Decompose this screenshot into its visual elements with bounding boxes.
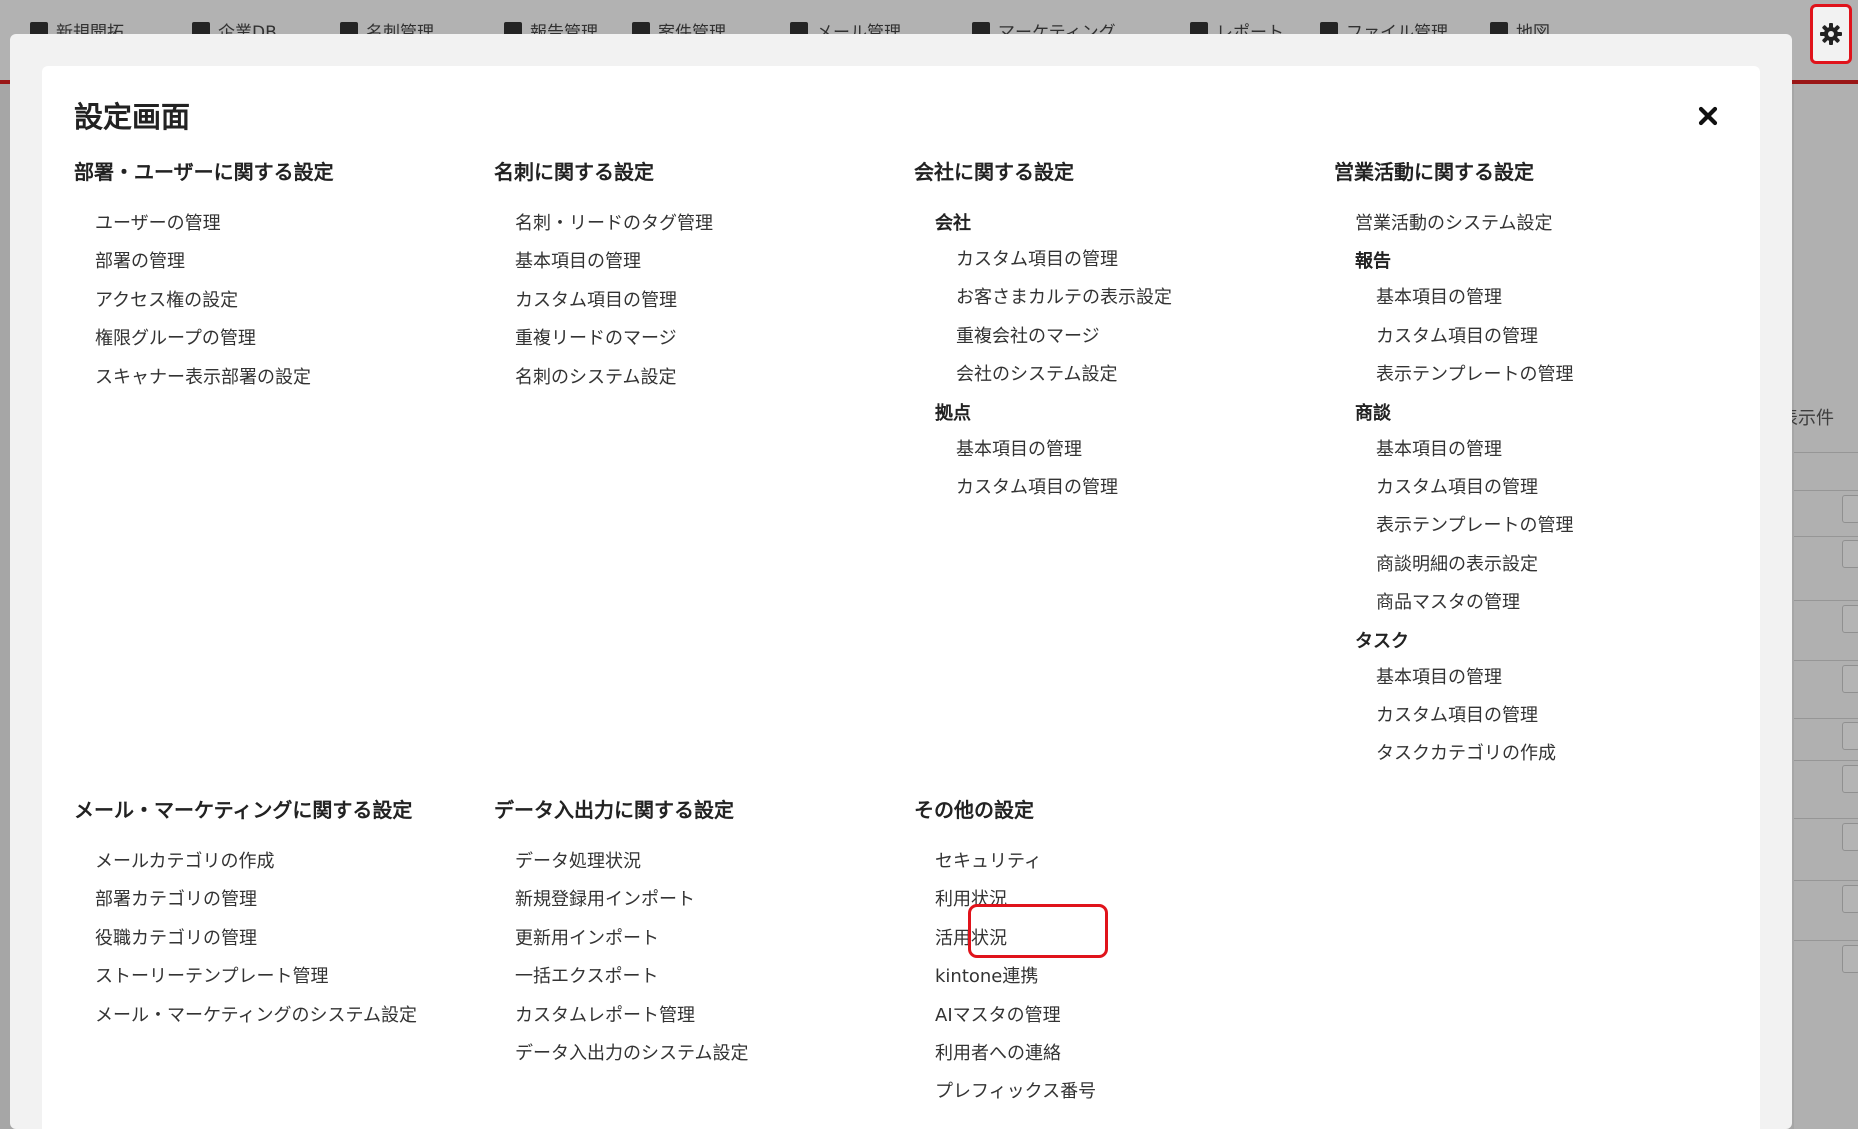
settings-link[interactable]: セキュリティ [914, 848, 1096, 886]
group-heading: タスク [1355, 630, 1409, 652]
settings-link[interactable]: 商談明細の表示設定 [1334, 551, 1573, 589]
settings-link[interactable]: AIマスタの管理 [914, 1002, 1096, 1040]
settings-link[interactable]: 役職カテゴリの管理 [74, 925, 417, 963]
section-business-card: 名刺に関する設定名刺・リードのタグ管理 基本項目の管理 カスタム項目の管理 重複リード… [494, 158, 713, 402]
section-sales-activity: 営業活動に関する設定営業活動のシステム設定報告基本項目の管理 カスタム項目の管理表… [1334, 158, 1573, 779]
settings-link[interactable]: 基本項目の管理 [1334, 436, 1573, 474]
settings-link[interactable]: 表示テンプレートの管理 [1334, 361, 1573, 399]
section-items: メールカテゴリの作成 部署カテゴリの管理 役職カテゴリの管理 ストーリーテンプレート管… [74, 848, 417, 1040]
settings-link[interactable]: カスタム項目の管理 [494, 287, 713, 325]
settings-link[interactable]: 一括エクスポート [494, 963, 748, 1001]
settings-button[interactable] [1810, 4, 1852, 64]
settings-link[interactable]: 会社のシステム設定 [914, 361, 1172, 399]
section-title: 部署・ユーザーに関する設定 [74, 160, 334, 184]
settings-link[interactable]: スキャナー表示部署の設定 [74, 364, 334, 402]
section-mail-marketing: メール・マーケティングに関する設定メールカテゴリの作成 部署カテゴリの管理 役職カテ… [74, 796, 417, 1040]
section-items: 会社カスタム項目の管理 お客さまカルテの表示設定 重複会社のマージ 会社のシステム設定… [914, 210, 1172, 512]
settings-link[interactable]: 基本項目の管理 [1334, 284, 1573, 322]
settings-link[interactable]: カスタム項目の管理 [914, 474, 1172, 512]
settings-link[interactable]: カスタム項目の管理 [914, 246, 1172, 284]
settings-link[interactable]: 権限グループの管理 [74, 325, 334, 363]
settings-link[interactable]: 名刺・リードのタグ管理 [494, 210, 713, 248]
settings-link[interactable]: 利用者への連絡 [914, 1040, 1096, 1078]
settings-link[interactable]: 更新用インポート [494, 925, 748, 963]
section-department-user: 部署・ユーザーに関する設定ユーザーの管理 部署の管理 アクセス権の設定 権限グループの… [74, 158, 334, 402]
group-heading: 拠点 [935, 402, 971, 424]
settings-link[interactable]: カスタムレポート管理 [494, 1002, 748, 1040]
section-title: 会社に関する設定 [914, 160, 1074, 184]
section-title: 営業活動に関する設定 [1334, 160, 1534, 184]
settings-link[interactable]: 重複リードのマージ [494, 325, 713, 363]
section-title: 名刺に関する設定 [494, 160, 654, 184]
settings-link[interactable]: お客さまカルテの表示設定 [914, 284, 1172, 322]
settings-modal: 設定画面 部署・ユーザーに関する設定ユーザーの管理 部署の管理 アクセス権の設定 権限… [42, 66, 1760, 1129]
settings-link[interactable]: 表示テンプレートの管理 [1334, 512, 1573, 550]
settings-link[interactable]: 部署カテゴリの管理 [74, 886, 417, 924]
settings-link[interactable]: カスタム項目の管理 [1334, 702, 1573, 740]
settings-link[interactable]: 利用状況 [914, 886, 1096, 924]
settings-link[interactable]: 名刺のシステム設定 [494, 364, 713, 402]
close-button[interactable] [1694, 102, 1722, 130]
section-other: その他の設定セキュリティ 利用状況 活用状況 kintone連携 AIマスタの管理 利用者… [914, 796, 1096, 1117]
settings-link[interactable]: ユーザーの管理 [74, 210, 334, 248]
settings-link[interactable]: 重複会社のマージ [914, 323, 1172, 361]
settings-link[interactable]: kintone連携 [914, 963, 1096, 1001]
settings-link[interactable]: データ入出力のシステム設定 [494, 1040, 748, 1078]
settings-link[interactable]: プレフィックス番号 [914, 1078, 1096, 1116]
settings-link[interactable]: ストーリーテンプレート管理 [74, 963, 417, 1001]
section-items: ユーザーの管理 部署の管理 アクセス権の設定 権限グループの管理 スキャナー表示部署の設… [74, 210, 334, 402]
settings-link[interactable]: 基本項目の管理 [914, 436, 1172, 474]
modal-title: 設定画面 [74, 100, 191, 134]
settings-link[interactable]: 部署の管理 [74, 248, 334, 286]
settings-link[interactable]: アクセス権の設定 [74, 287, 334, 325]
section-data-io: データ入出力に関する設定データ処理状況 新規登録用インポート 更新用インポート 一括エ… [494, 796, 748, 1078]
settings-link[interactable]: データ処理状況 [494, 848, 748, 886]
settings-link[interactable]: タスクカテゴリの作成 [1334, 740, 1573, 778]
settings-link[interactable]: 商品マスタの管理 [1334, 589, 1573, 627]
settings-link[interactable]: 活用状況 [914, 925, 1096, 963]
section-items: データ処理状況 新規登録用インポート 更新用インポート 一括エクスポート カスタムレポー… [494, 848, 748, 1078]
settings-link[interactable]: 営業活動のシステム設定 [1334, 210, 1573, 248]
settings-link[interactable]: カスタム項目の管理 [1334, 323, 1573, 361]
settings-link[interactable]: 基本項目の管理 [494, 248, 713, 286]
section-items: セキュリティ 利用状況 活用状況 kintone連携 AIマスタの管理 利用者への連絡 プレ… [914, 848, 1096, 1117]
settings-link[interactable]: 新規登録用インポート [494, 886, 748, 924]
settings-link[interactable]: メールカテゴリの作成 [74, 848, 417, 886]
settings-link[interactable]: カスタム項目の管理 [1334, 474, 1573, 512]
section-title: メール・マーケティングに関する設定 [74, 798, 413, 822]
close-icon [1698, 106, 1718, 126]
group-heading: 報告 [1355, 251, 1391, 273]
section-title: その他の設定 [914, 798, 1034, 822]
settings-link[interactable]: 基本項目の管理 [1334, 664, 1573, 702]
group-heading: 会社 [935, 213, 971, 234]
settings-link[interactable]: メール・マーケティングのシステム設定 [74, 1002, 417, 1040]
gear-icon [1820, 23, 1842, 45]
section-company: 会社に関する設定会社カスタム項目の管理 お客さまカルテの表示設定 重複会社のマージ会… [914, 158, 1172, 512]
section-items: 営業活動のシステム設定報告基本項目の管理 カスタム項目の管理 表示テンプレートの管理… [1334, 210, 1573, 779]
section-items: 名刺・リードのタグ管理 基本項目の管理 カスタム項目の管理 重複リードのマージ 名刺のシ… [494, 210, 713, 402]
group-heading: 商談 [1355, 402, 1391, 424]
section-title: データ入出力に関する設定 [494, 798, 734, 822]
